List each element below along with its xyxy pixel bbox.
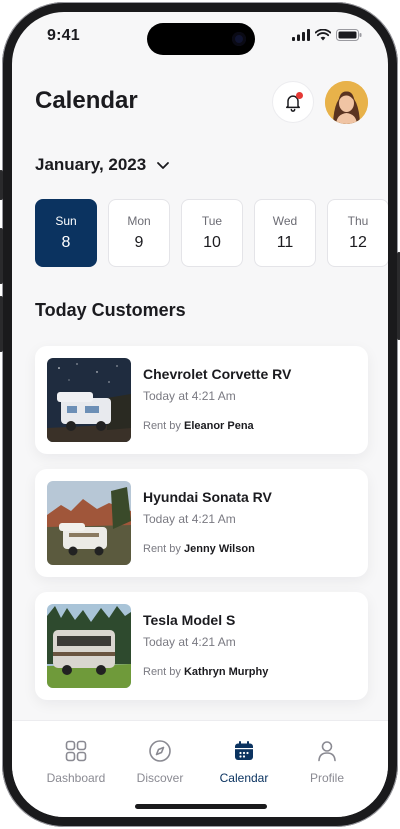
date-item-sun[interactable]: Sun 8 (35, 199, 97, 267)
date-day-name: Thu (347, 214, 369, 228)
date-day-name: Wed (272, 214, 298, 228)
rent-prefix: Rent by (143, 420, 181, 432)
date-day-number: 12 (349, 234, 367, 251)
action-button (0, 170, 3, 200)
date-day-number: 8 (61, 234, 71, 251)
date-day-name: Mon (127, 214, 151, 228)
rental-time: Today at 4:21 Am (143, 512, 236, 526)
customer-card[interactable]: Tesla Model S Today at 4:21 Am Rent by K… (35, 592, 368, 700)
date-item-mon[interactable]: Mon 9 (108, 199, 170, 267)
compass-icon (149, 740, 171, 762)
dynamic-island (147, 23, 255, 55)
date-item-wed[interactable]: Wed 11 (254, 199, 316, 267)
home-indicator[interactable] (135, 804, 267, 809)
tab-dashboard[interactable]: Dashboard (34, 739, 118, 785)
tab-label: Calendar (219, 771, 269, 785)
vehicle-name: Chevrolet Corvette RV (143, 366, 292, 382)
vehicle-name: Tesla Model S (143, 612, 236, 628)
renter-name: Kathryn Murphy (183, 666, 269, 678)
customer-card[interactable]: Chevrolet Corvette RV Today at 4:21 Am R… (35, 346, 368, 454)
battery-icon (336, 29, 362, 41)
date-day-name: Sun (55, 214, 77, 228)
camera-icon (232, 32, 246, 46)
tab-label: Dashboard (46, 771, 106, 785)
date-day-number: 11 (276, 234, 294, 251)
volume-down-button (0, 296, 3, 352)
month-label: January, 2023 (35, 155, 147, 174)
chevron-down-icon (157, 161, 170, 169)
date-day-name: Tue (201, 214, 223, 228)
user-icon (318, 741, 336, 762)
renter-line: Rent by Jenny Wilson (143, 543, 255, 555)
volume-up-button (0, 228, 3, 284)
notification-button[interactable] (272, 81, 314, 123)
tab-label: Profile (309, 771, 344, 785)
screen: 9:41 Calendar January, 2023 Sun 8 Mon 9 … (12, 12, 388, 817)
date-day-number: 10 (203, 234, 221, 251)
page-title: Calendar (35, 87, 138, 114)
vehicle-thumbnail (47, 358, 131, 442)
calendar-icon (235, 741, 253, 760)
month-selector[interactable]: January, 2023 (35, 155, 170, 175)
tab-label: Discover (136, 771, 184, 785)
tab-discover[interactable]: Discover (118, 739, 202, 785)
tab-profile[interactable]: Profile (285, 739, 369, 785)
renter-name: Eleanor Pena (183, 420, 254, 432)
date-strip: Sun 8 Mon 9 Tue 10 Wed 11 Thu 12 (35, 199, 388, 267)
status-icons (292, 29, 362, 41)
vehicle-thumbnail (47, 604, 131, 688)
wifi-icon (315, 29, 331, 41)
section-title: Today Customers (35, 300, 186, 320)
notification-dot (296, 92, 303, 99)
customer-card[interactable]: Hyundai Sonata RV Today at 4:21 Am Rent … (35, 469, 368, 577)
vehicle-thumbnail (47, 481, 131, 565)
avatar-image (325, 81, 368, 124)
rent-prefix: Rent by (143, 666, 181, 678)
status-time: 9:41 (47, 27, 80, 44)
vehicle-name: Hyundai Sonata RV (143, 489, 272, 505)
bottom-tab-bar: Dashboard Discover Calendar Profile (12, 720, 388, 817)
rental-time: Today at 4:21 Am (143, 635, 236, 649)
renter-name: Jenny Wilson (183, 543, 255, 555)
status-bar: 9:41 (12, 12, 388, 62)
renter-line: Rent by Eleanor Pena (143, 420, 254, 432)
date-item-thu[interactable]: Thu 12 (327, 199, 388, 267)
avatar[interactable] (325, 81, 368, 124)
signal-icon (292, 29, 310, 41)
grid-icon (65, 740, 87, 762)
rental-time: Today at 4:21 Am (143, 389, 236, 403)
phone-frame: 9:41 Calendar January, 2023 Sun 8 Mon 9 … (0, 2, 400, 827)
rent-prefix: Rent by (143, 543, 181, 555)
renter-line: Rent by Kathryn Murphy (143, 666, 268, 678)
tab-calendar[interactable]: Calendar (202, 739, 286, 785)
date-day-number: 9 (134, 234, 144, 251)
date-item-tue[interactable]: Tue 10 (181, 199, 243, 267)
